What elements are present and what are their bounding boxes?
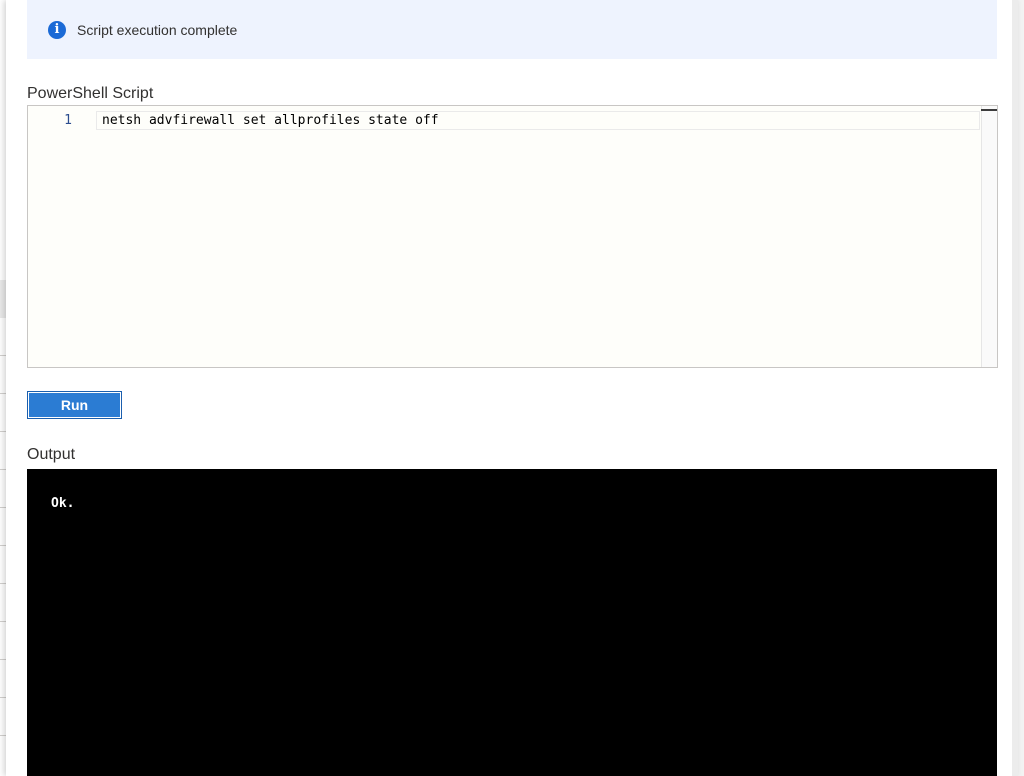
line-number: 1 xyxy=(64,113,72,128)
panel-scrollbar[interactable] xyxy=(1012,0,1018,776)
output-text: Ok. xyxy=(51,496,75,511)
output-section-label: Output xyxy=(27,446,76,463)
run-button[interactable]: Run xyxy=(27,391,122,419)
script-editor[interactable]: 1 netsh advfirewall set allprofiles stat… xyxy=(27,105,998,368)
info-icon: i xyxy=(48,20,66,39)
notification-message: Script execution complete xyxy=(77,21,238,38)
notification-bar: i Script execution complete xyxy=(27,0,997,59)
editor-scrollbar[interactable] xyxy=(981,106,997,367)
cursor-position-marker xyxy=(981,109,997,111)
code-line[interactable]: netsh advfirewall set allprofiles state … xyxy=(102,112,439,129)
output-console: Ok. xyxy=(27,469,997,776)
run-command-panel: i Script execution complete PowerShell S… xyxy=(6,0,1018,776)
script-section-label: PowerShell Script xyxy=(27,85,154,102)
